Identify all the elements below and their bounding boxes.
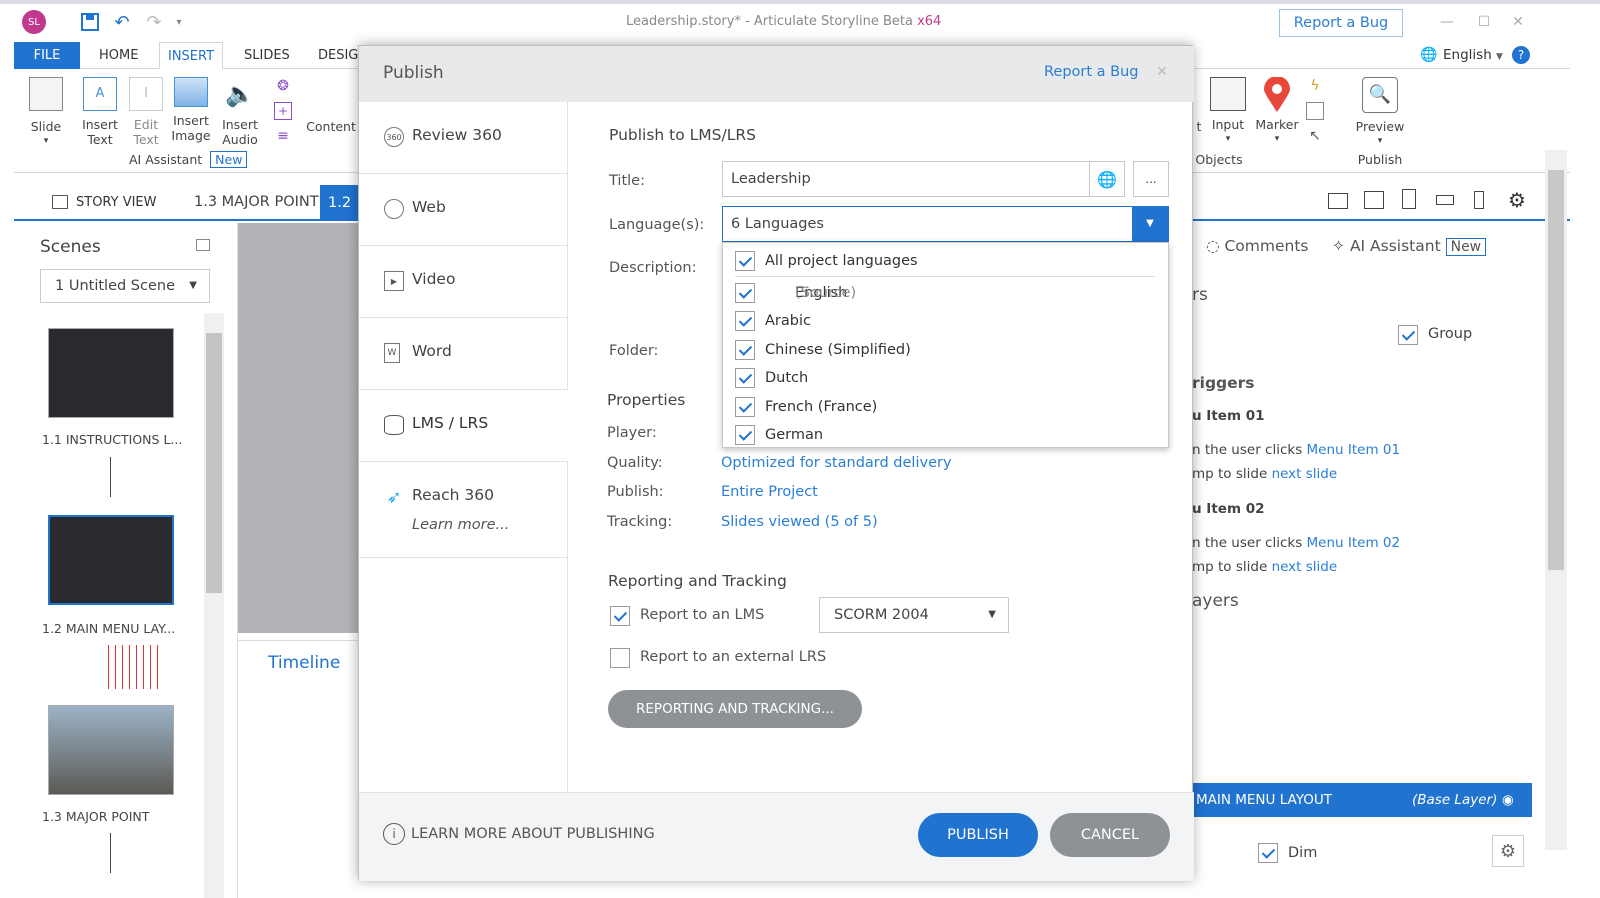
close-icon[interactable]: ✕ xyxy=(1154,64,1170,80)
publish-target-list: 360 Review 360 Web ▶ Video W Word LMS / … xyxy=(359,102,568,792)
quality-link[interactable]: Optimized for standard delivery xyxy=(721,455,952,471)
reach-learn-more-link[interactable]: Learn more... xyxy=(412,517,509,533)
dialog-report-bug-link[interactable]: Report a Bug xyxy=(1044,64,1139,80)
dialog-header: Publish Report a Bug ✕ xyxy=(359,46,1194,102)
language-checkbox[interactable] xyxy=(735,311,755,331)
word-document-icon: W xyxy=(384,343,400,363)
info-icon: i xyxy=(383,823,405,845)
report-lrs-checkbox[interactable] xyxy=(610,648,630,668)
properties-title: Properties xyxy=(607,391,686,409)
quality-label: Quality: xyxy=(607,455,663,471)
publish-scope-label: Publish: xyxy=(607,484,664,500)
target-reach-360[interactable]: ➶ Reach 360 Learn more... xyxy=(359,462,568,558)
report-lms-label: Report to an LMS xyxy=(640,607,765,623)
tracking-label: Tracking: xyxy=(607,514,673,530)
tracking-link[interactable]: Slides viewed (5 of 5) xyxy=(721,514,878,530)
language-checkbox[interactable] xyxy=(735,340,755,360)
folder-label: Folder: xyxy=(609,343,659,359)
lms-standard-select[interactable]: SCORM 2004 ▼ xyxy=(819,597,1009,633)
chevron-down-icon[interactable]: ▼ xyxy=(1132,207,1168,241)
publish-scope-link[interactable]: Entire Project xyxy=(721,484,818,500)
target-video[interactable]: ▶ Video xyxy=(359,246,568,318)
reporting-tracking-button[interactable]: REPORTING AND TRACKING... xyxy=(608,690,862,728)
language-option-all[interactable]: All project languages xyxy=(735,247,1155,277)
languages-label: Language(s): xyxy=(609,217,705,233)
dialog-footer: i LEARN MORE ABOUT PUBLISHING PUBLISH CA… xyxy=(359,792,1194,881)
target-lms-lrs[interactable]: LMS / LRS xyxy=(359,390,568,462)
reach-360-icon: ➶ xyxy=(386,486,402,508)
title-more-button[interactable]: ... xyxy=(1133,161,1169,197)
learn-more-publishing-link[interactable]: LEARN MORE ABOUT PUBLISHING xyxy=(411,826,655,842)
cancel-button[interactable]: CANCEL xyxy=(1050,813,1170,857)
title-field[interactable]: Leadership xyxy=(722,161,1090,197)
target-web[interactable]: Web xyxy=(359,174,568,246)
database-icon xyxy=(384,415,404,435)
language-checkbox[interactable] xyxy=(735,251,755,271)
report-lms-checkbox[interactable] xyxy=(610,606,630,626)
publish-button[interactable]: PUBLISH xyxy=(918,813,1038,857)
video-icon: ▶ xyxy=(384,271,404,291)
player-label: Player: xyxy=(607,425,657,441)
dialog-title: Publish xyxy=(383,63,444,83)
title-label: Title: xyxy=(609,173,645,189)
review-360-icon: 360 xyxy=(384,127,404,147)
translate-globe-button[interactable]: 🌐 xyxy=(1089,161,1125,197)
publish-dialog: Publish Report a Bug ✕ 360 Review 360 We… xyxy=(358,45,1194,881)
language-checkbox[interactable] xyxy=(735,425,755,445)
target-review-360[interactable]: 360 Review 360 xyxy=(359,102,568,174)
description-label: Description: xyxy=(609,260,697,276)
languages-dropdown-list: All project languages English (Source) A… xyxy=(722,242,1169,448)
lms-section-title: Publish to LMS/LRS xyxy=(609,126,756,144)
target-word[interactable]: W Word xyxy=(359,318,568,390)
language-checkbox[interactable] xyxy=(735,397,755,417)
language-checkbox[interactable] xyxy=(735,368,755,388)
language-checkbox[interactable] xyxy=(735,283,755,303)
web-globe-icon xyxy=(384,199,404,219)
chevron-down-icon: ▼ xyxy=(988,609,996,620)
languages-dropdown[interactable]: 6 Languages ▼ xyxy=(722,206,1169,242)
report-lrs-label: Report to an external LRS xyxy=(640,649,827,665)
reporting-title: Reporting and Tracking xyxy=(608,572,787,590)
